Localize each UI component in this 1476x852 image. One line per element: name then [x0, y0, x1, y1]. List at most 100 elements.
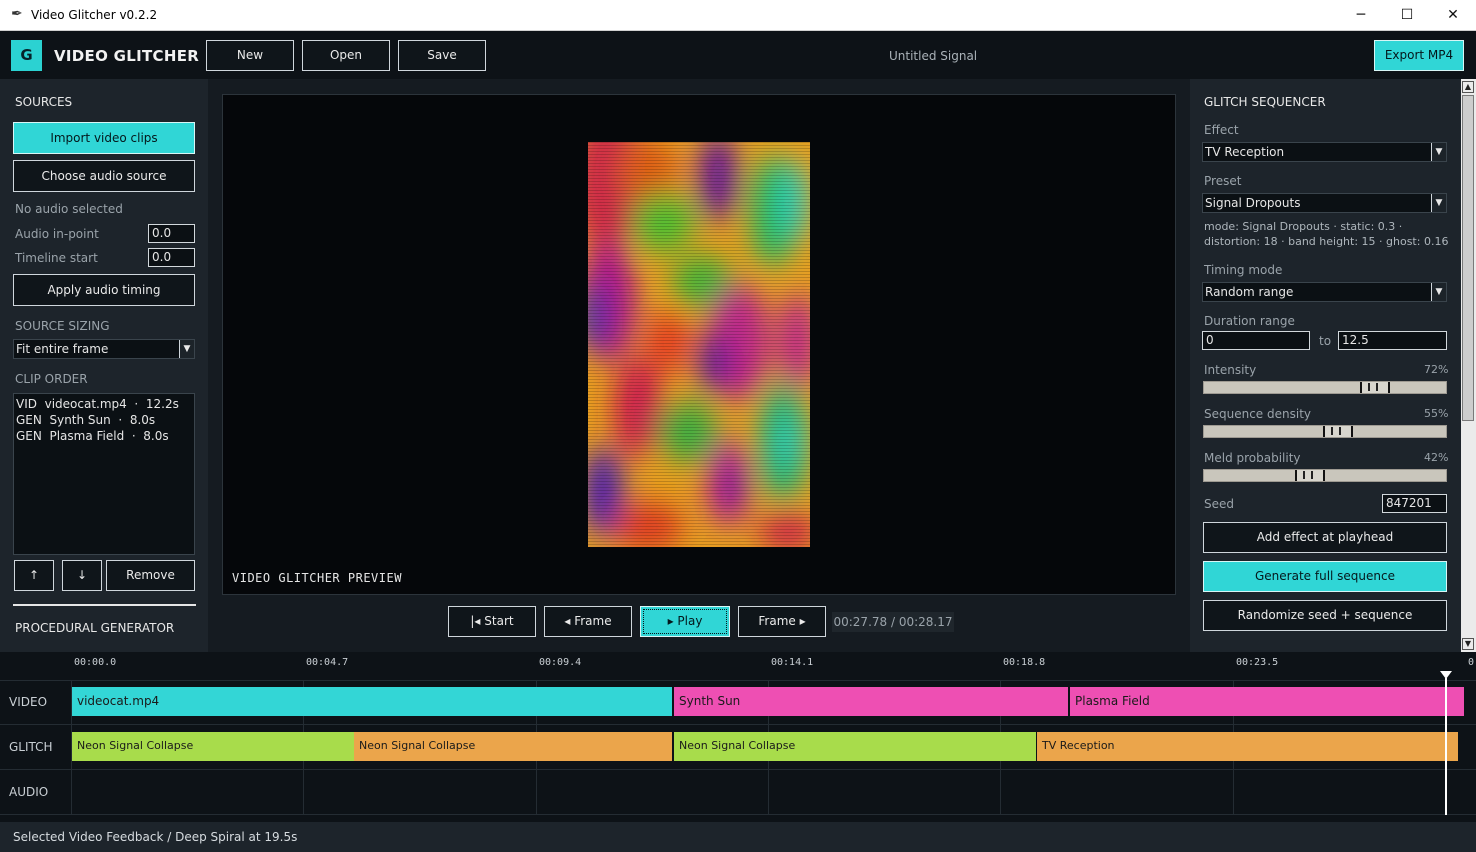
app-name: VIDEO GLITCHER [54, 47, 200, 65]
list-item[interactable]: VID videocat.mp4 · 12.2s [16, 396, 194, 412]
track-divider [0, 724, 1476, 725]
go-to-start-button[interactable]: |◂ Start [448, 606, 536, 637]
scroll-down-icon[interactable]: ▼ [1462, 638, 1474, 650]
seed-label: Seed [1204, 497, 1234, 511]
import-video-button[interactable]: Import video clips [13, 122, 195, 154]
source-sizing-heading: SOURCE SIZING [15, 319, 110, 333]
track-label-audio: AUDIO [9, 785, 49, 799]
divider [13, 604, 196, 606]
feather-icon: ✒ [11, 6, 23, 22]
intensity-slider[interactable] [1203, 381, 1447, 394]
audio-status: No audio selected [15, 202, 123, 216]
clip-order-list[interactable]: VID videocat.mp4 · 12.2s GEN Synth Sun ·… [13, 393, 195, 555]
timeline-start-input[interactable]: 0.0 [148, 248, 195, 267]
source-sizing-select[interactable]: Fit entire frame ▼ [13, 339, 195, 359]
intensity-slider-handle[interactable] [1360, 382, 1390, 393]
next-frame-button[interactable]: Frame ▸ [738, 606, 826, 637]
randomize-sequence-button[interactable]: Randomize seed + sequence [1203, 600, 1447, 631]
duration-max-input[interactable]: 12.5 [1338, 331, 1447, 350]
move-down-button[interactable]: ↓ [62, 560, 102, 591]
timing-mode-label: Timing mode [1204, 263, 1283, 277]
open-button[interactable]: Open [302, 40, 390, 71]
meld-value: 42% [1424, 451, 1449, 464]
glitch-clip[interactable]: Neon Signal Collapse [72, 732, 354, 761]
playhead-marker-icon[interactable] [1440, 671, 1452, 679]
preset-select[interactable]: Signal Dropouts ▼ [1202, 193, 1447, 213]
density-value: 55% [1424, 407, 1449, 420]
scroll-up-icon[interactable]: ▲ [1462, 81, 1474, 93]
ruler-tick: 00:00.0 [74, 657, 117, 668]
timing-mode-select[interactable]: Random range ▼ [1202, 282, 1447, 302]
effect-label: Effect [1204, 123, 1239, 137]
window-title: Video Glitcher v0.2.2 [31, 8, 158, 22]
window-title-bar: ✒ Video Glitcher v0.2.2 ─ ☐ ✕ [0, 0, 1476, 31]
density-slider-handle[interactable] [1323, 426, 1353, 437]
save-button[interactable]: Save [398, 40, 486, 71]
previous-frame-button[interactable]: ◂ Frame [544, 606, 632, 637]
new-button[interactable]: New [206, 40, 294, 71]
generate-sequence-button[interactable]: Generate full sequence [1203, 561, 1447, 592]
video-clip[interactable]: Synth Sun [674, 687, 1068, 716]
logo-badge: G [11, 40, 42, 71]
chevron-down-icon[interactable]: ▼ [179, 340, 194, 358]
minimize-button[interactable]: ─ [1338, 0, 1384, 31]
video-clip[interactable]: videocat.mp4 [72, 687, 672, 716]
move-up-button[interactable]: ↑ [14, 560, 54, 591]
remove-clip-button[interactable]: Remove [106, 560, 195, 591]
duration-range-label: Duration range [1204, 314, 1295, 328]
glitch-clip[interactable]: Neon Signal Collapse [354, 732, 672, 761]
timecode-display: 00:27.78 / 00:28.17 [832, 612, 954, 632]
track-label-glitch: GLITCH [9, 740, 53, 754]
meld-label: Meld probability [1204, 451, 1301, 465]
sequencer-scrollbar[interactable]: ▲ ▼ [1461, 79, 1476, 652]
duration-min-input[interactable]: 0 [1202, 331, 1310, 350]
chevron-down-icon[interactable]: ▼ [1431, 194, 1446, 212]
play-button[interactable]: ▸ Play [640, 606, 730, 637]
glitch-clip[interactable]: Neon Signal Collapse [674, 732, 1036, 761]
clip-order-heading: CLIP ORDER [15, 372, 88, 386]
scrollbar-thumb[interactable] [1462, 95, 1474, 421]
preset-label: Preset [1204, 174, 1242, 188]
audio-in-input[interactable]: 0.0 [148, 224, 195, 243]
clip-label: Neon Signal Collapse [77, 739, 194, 752]
app-header: G VIDEO GLITCHER New Open Save Untitled … [0, 31, 1476, 79]
preset-description-line2: distortion: 18 · band height: 15 · ghost… [1204, 235, 1449, 248]
video-preview-frame [588, 142, 810, 547]
apply-audio-timing-button[interactable]: Apply audio timing [13, 274, 195, 306]
timeline-start-label: Timeline start [15, 251, 98, 265]
ruler-tick: 00:23.5 [1236, 657, 1279, 668]
video-clip[interactable]: Plasma Field [1070, 687, 1464, 716]
meld-slider-handle[interactable] [1295, 470, 1325, 481]
close-button[interactable]: ✕ [1430, 0, 1476, 31]
clip-label: Neon Signal Collapse [679, 739, 796, 752]
choose-audio-button[interactable]: Choose audio source [13, 160, 195, 192]
glitch-clip[interactable]: TV Reception [1037, 732, 1458, 761]
duration-to-label: to [1319, 334, 1332, 348]
preview-label: VIDEO GLITCHER PREVIEW [232, 571, 402, 585]
ruler-tick: 00:18.8 [1003, 657, 1046, 668]
track-divider [0, 814, 1476, 815]
export-mp4-button[interactable]: Export MP4 [1374, 40, 1464, 71]
audio-in-label: Audio in-point [15, 227, 99, 241]
preset-description-line1: mode: Signal Dropouts · static: 0.3 · [1204, 220, 1403, 233]
chevron-down-icon[interactable]: ▼ [1431, 143, 1446, 161]
seed-input[interactable]: 847201 [1382, 494, 1447, 513]
clip-label: TV Reception [1042, 739, 1115, 752]
maximize-button[interactable]: ☐ [1384, 0, 1430, 31]
clip-label: Neon Signal Collapse [359, 739, 476, 752]
playhead-line[interactable] [1445, 678, 1447, 815]
density-slider[interactable] [1203, 425, 1447, 438]
intensity-label: Intensity [1204, 363, 1257, 377]
ruler-tick: 00:14.1 [771, 657, 814, 668]
glitch-sequencer-heading: GLITCH SEQUENCER [1204, 95, 1326, 109]
chevron-down-icon[interactable]: ▼ [1431, 283, 1446, 301]
add-effect-button[interactable]: Add effect at playhead [1203, 522, 1447, 553]
list-item[interactable]: GEN Synth Sun · 8.0s [16, 412, 194, 428]
effect-value: TV Reception [1205, 145, 1285, 159]
meld-slider[interactable] [1203, 469, 1447, 482]
list-item[interactable]: GEN Plasma Field · 8.0s [16, 428, 194, 444]
ruler-tick: 00:09.4 [539, 657, 582, 668]
effect-select[interactable]: TV Reception ▼ [1202, 142, 1447, 162]
document-title: Untitled Signal [889, 49, 978, 63]
track-divider [0, 769, 1476, 770]
